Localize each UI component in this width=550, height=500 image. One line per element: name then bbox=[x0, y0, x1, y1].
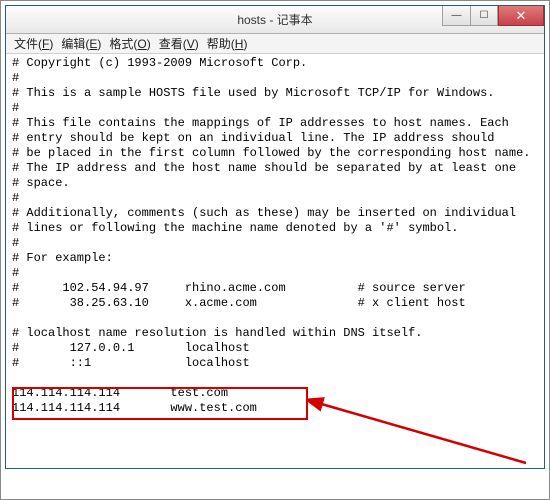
file-line: # 127.0.0.1 localhost bbox=[12, 341, 250, 355]
file-line: 114.114.114.114 www.test.com bbox=[12, 401, 257, 415]
file-line: # For example: bbox=[12, 251, 113, 265]
window-controls: — ☐ ✕ bbox=[442, 6, 544, 26]
file-line: # space. bbox=[12, 176, 70, 190]
notepad-window: hosts - 记事本 — ☐ ✕ 文件(F) 编辑(E) 格式(O) 查看(V… bbox=[5, 5, 545, 469]
file-line: # 38.25.63.10 x.acme.com # x client host bbox=[12, 296, 466, 310]
file-line: # bbox=[12, 266, 19, 280]
file-line: 114.114.114.114 test.com bbox=[12, 386, 228, 400]
file-line: # The IP address and the host name shoul… bbox=[12, 161, 516, 175]
file-line: # This file contains the mappings of IP … bbox=[12, 116, 509, 130]
file-line: # lines or following the machine name de… bbox=[12, 221, 458, 235]
file-line: # bbox=[12, 71, 19, 85]
file-line: # bbox=[12, 101, 19, 115]
file-line: # entry should be kept on an individual … bbox=[12, 131, 494, 145]
menu-view[interactable]: 查看(V) bbox=[155, 35, 203, 52]
menu-format[interactable]: 格式(O) bbox=[105, 35, 154, 52]
window-title: hosts - 记事本 bbox=[237, 11, 312, 28]
menu-file[interactable]: 文件(F) bbox=[10, 35, 57, 52]
maximize-button[interactable]: ☐ bbox=[470, 6, 498, 26]
file-line: # bbox=[12, 236, 19, 250]
text-area[interactable]: # Copyright (c) 1993-2009 Microsoft Corp… bbox=[6, 54, 544, 468]
menu-help[interactable]: 帮助(H) bbox=[203, 35, 252, 52]
file-line: # Additionally, comments (such as these)… bbox=[12, 206, 516, 220]
minimize-button[interactable]: — bbox=[442, 6, 470, 26]
file-line: # localhost name resolution is handled w… bbox=[12, 326, 422, 340]
menu-edit[interactable]: 编辑(E) bbox=[57, 35, 105, 52]
file-line: # This is a sample HOSTS file used by Mi… bbox=[12, 86, 494, 100]
file-line: # ::1 localhost bbox=[12, 356, 250, 370]
menubar: 文件(F) 编辑(E) 格式(O) 查看(V) 帮助(H) bbox=[6, 34, 544, 54]
file-line: # bbox=[12, 191, 19, 205]
file-line: # Copyright (c) 1993-2009 Microsoft Corp… bbox=[12, 56, 307, 70]
file-line: # be placed in the first column followed… bbox=[12, 146, 530, 160]
close-button[interactable]: ✕ bbox=[498, 6, 544, 26]
file-line: # 102.54.94.97 rhino.acme.com # source s… bbox=[12, 281, 466, 295]
titlebar: hosts - 记事本 — ☐ ✕ bbox=[6, 6, 544, 34]
